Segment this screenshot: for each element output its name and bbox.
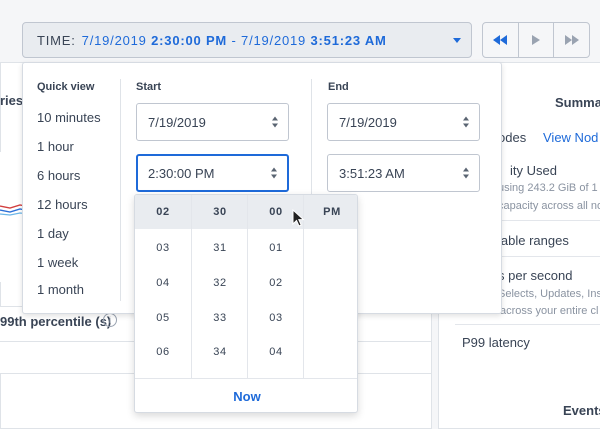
per-second-sub2: across your entire cl	[500, 305, 599, 317]
play-icon	[532, 35, 540, 45]
forward-button[interactable]	[554, 23, 589, 57]
hour-option[interactable]: 06	[135, 335, 191, 369]
minute-column[interactable]: 30 31 32 33 34	[191, 195, 248, 378]
hour-option[interactable]: 05	[135, 301, 191, 335]
minute-option[interactable]: 32	[192, 266, 248, 300]
summary-nodes: odes	[498, 130, 527, 145]
end-time-field[interactable]: 3:51:23 AM	[327, 154, 480, 192]
quick-view-6-hours[interactable]: 6 hours	[37, 168, 80, 183]
end-title: End	[328, 81, 349, 93]
ampm-column[interactable]: PM	[303, 195, 357, 378]
second-option[interactable]: 02	[248, 266, 304, 300]
double-right-arrow-icon	[564, 35, 579, 45]
start-date-value: 7/19/2019	[148, 114, 206, 130]
left-section-title-fragment: ries	[0, 93, 24, 108]
double-left-arrow-icon	[493, 35, 508, 45]
time-start-date: 7/19/2019	[81, 32, 147, 48]
spinner-icon	[271, 167, 277, 179]
spinner-icon	[463, 116, 469, 128]
quick-view-1-month[interactable]: 1 month	[37, 282, 84, 297]
minute-option[interactable]: 31	[192, 231, 248, 265]
start-time-field[interactable]: 2:30:00 PM	[136, 154, 289, 192]
percentile-label: 99th percentile (s)	[0, 314, 112, 329]
hour-option[interactable]: 04	[135, 266, 191, 300]
rewind-button[interactable]	[483, 23, 519, 57]
time-start-time: 2:30:00 PM	[151, 32, 228, 48]
p99-latency-label: P99 latency	[462, 335, 530, 350]
info-icon[interactable]: i	[103, 313, 117, 327]
time-end-date: 7/19/2019	[241, 32, 307, 48]
hour-option[interactable]: 02	[135, 195, 191, 229]
quick-view-12-hours[interactable]: 12 hours	[37, 197, 88, 212]
time-separator: -	[231, 32, 237, 48]
minute-option[interactable]: 30	[192, 195, 248, 229]
hour-option[interactable]: 03	[135, 231, 191, 265]
quick-view-10-minutes[interactable]: 10 minutes	[37, 110, 101, 125]
end-date-field[interactable]: 7/19/2019	[327, 103, 480, 141]
quick-view-1-week[interactable]: 1 week	[37, 255, 78, 270]
events-title: Events	[563, 403, 600, 418]
end-time-value: 3:51:23 AM	[339, 165, 405, 181]
ampm-option[interactable]: PM	[304, 195, 357, 229]
play-button[interactable]	[519, 23, 555, 57]
capacity-used-sub1: using 243.2 GiB of 1	[498, 182, 598, 194]
second-option[interactable]: 01	[248, 231, 304, 265]
per-second-sub1: Selects, Updates, Inse	[498, 288, 600, 300]
end-date-value: 7/19/2019	[339, 114, 397, 130]
quick-view-1-hour[interactable]: 1 hour	[37, 139, 74, 154]
mouse-cursor-icon	[292, 209, 305, 227]
ranges-label: lable ranges	[498, 233, 569, 248]
time-label: TIME:	[37, 32, 76, 48]
start-title: Start	[136, 81, 162, 93]
time-nav-group	[482, 22, 590, 58]
minute-option[interactable]: 34	[192, 335, 248, 369]
capacity-used-label: ity Used	[510, 163, 557, 178]
start-date-field[interactable]: 7/19/2019	[136, 103, 289, 141]
quick-view-title: Quick view	[37, 81, 95, 93]
summary-title: Summar	[555, 95, 600, 110]
chevron-down-icon	[453, 38, 461, 43]
divider	[120, 79, 121, 301]
spinner-icon	[272, 116, 278, 128]
time-picker-popup: 02 03 04 05 06 30 31 32 33 34 00 01 02 0…	[134, 194, 358, 413]
capacity-used-sub2: capacity across all no	[498, 200, 600, 212]
time-end-time: 3:51:23 AM	[310, 32, 387, 48]
time-range-selector[interactable]: TIME: 7/19/2019 2:30:00 PM - 7/19/2019 3…	[22, 22, 472, 58]
second-option[interactable]: 03	[248, 301, 304, 335]
start-time-value: 2:30:00 PM	[148, 165, 215, 181]
minute-option[interactable]: 33	[192, 301, 248, 335]
second-option[interactable]: 04	[248, 335, 304, 369]
hour-column[interactable]: 02 03 04 05 06	[135, 195, 191, 378]
quick-view-1-day[interactable]: 1 day	[37, 226, 69, 241]
view-nodes-link[interactable]: View Nod	[543, 130, 598, 145]
spinner-icon	[463, 167, 469, 179]
per-second-label: s per second	[498, 268, 573, 283]
now-button[interactable]: Now	[135, 379, 357, 412]
